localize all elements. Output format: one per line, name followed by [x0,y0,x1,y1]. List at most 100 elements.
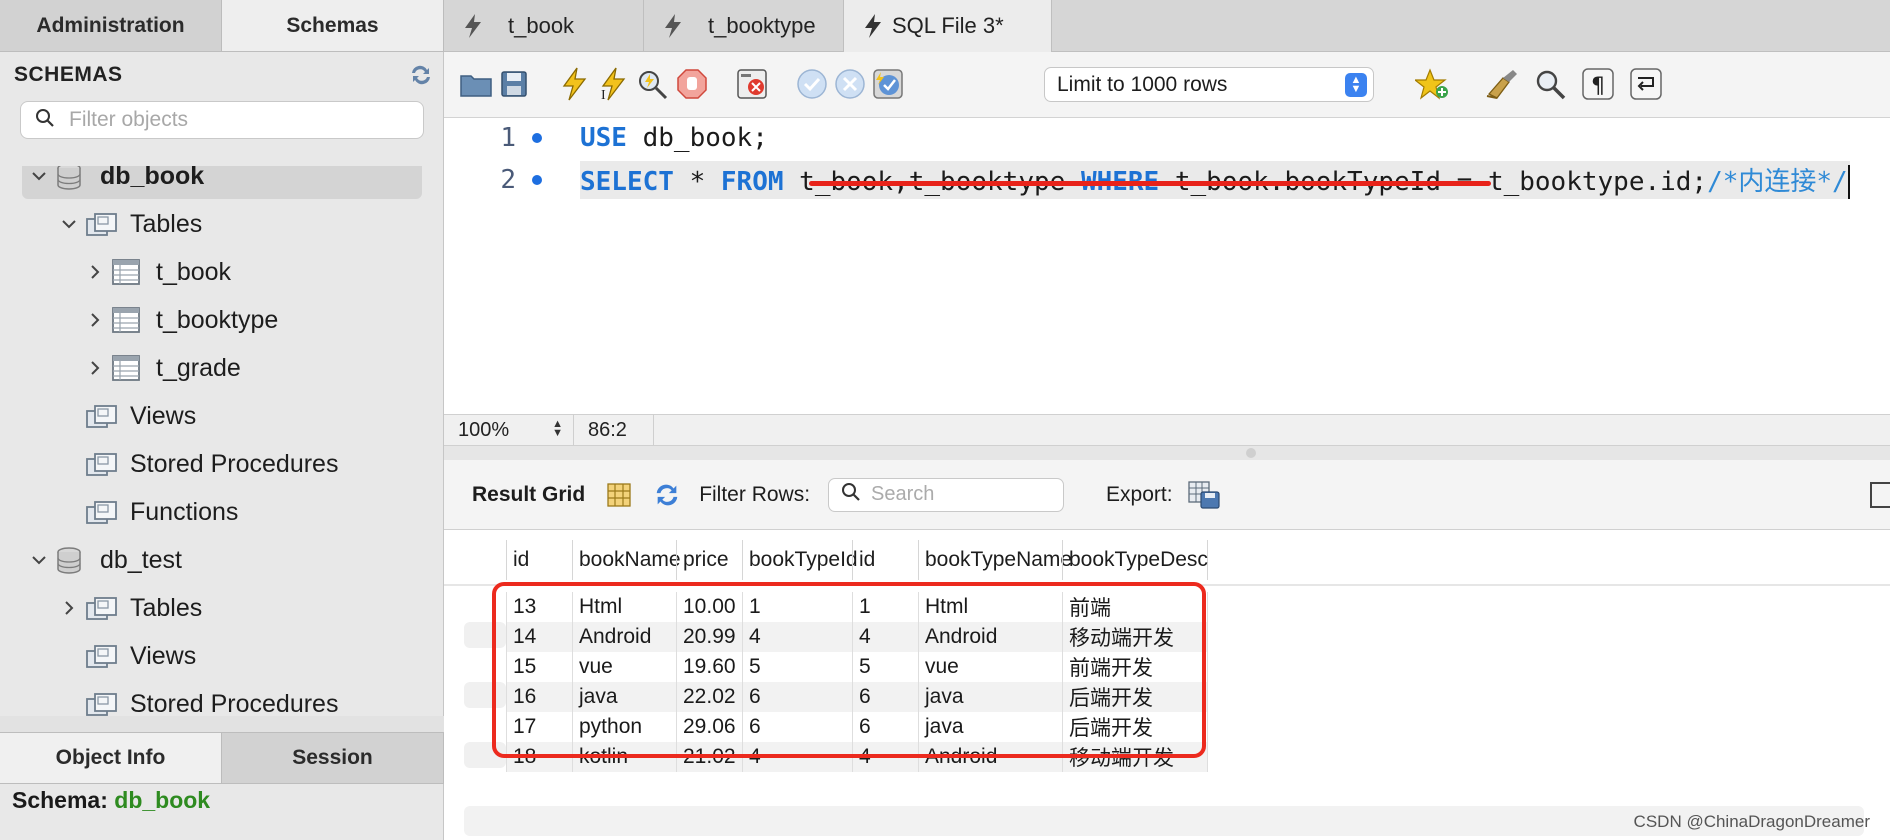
tab-administration[interactable]: Administration [0,0,222,51]
table-cell[interactable]: 1 [852,592,918,622]
tree-item[interactable]: Tables [0,585,444,631]
column-header[interactable]: id [852,540,918,580]
filter-rows-search[interactable] [828,477,1065,512]
table-cell[interactable]: kotlin [572,742,676,772]
filter-objects-field[interactable] [20,101,424,139]
save-icon[interactable] [496,66,532,102]
table-cell[interactable]: 4 [742,742,852,772]
tree-item[interactable]: db_test [0,537,444,583]
filter-rows-input[interactable] [871,483,1052,506]
chevron-down-icon[interactable] [58,213,80,235]
table-cell[interactable]: 移动端开发 [1062,622,1208,652]
table-cell[interactable]: 5 [742,652,852,682]
table-cell[interactable]: 6 [742,682,852,712]
column-header[interactable]: id [506,540,572,580]
refresh-icon[interactable] [408,62,434,88]
chevron-down-icon[interactable] [28,549,50,571]
table-cell[interactable]: 13 [506,592,572,622]
rollback-icon[interactable] [832,66,868,102]
invisible-chars-icon[interactable]: ¶ [1580,66,1616,102]
tree-item[interactable]: t_book [0,249,444,295]
autocommit-icon[interactable] [870,66,906,102]
column-header[interactable]: price [676,540,742,580]
table-cell[interactable]: 4 [852,622,918,652]
table-cell[interactable]: Android [918,622,1062,652]
chevron-right-icon[interactable] [84,309,106,331]
tree-item[interactable]: Views [0,393,444,439]
table-cell[interactable]: 16 [506,682,572,712]
table-cell[interactable]: 5 [852,652,918,682]
zoom-select[interactable]: 100% ▲ ▼ [444,414,574,446]
table-cell[interactable]: 前端开发 [1062,652,1208,682]
explain-icon[interactable] [634,66,670,102]
editor-line[interactable]: 2 SELECT * FROM t_book,t_booktype WHERE t… [444,160,1890,200]
table-cell[interactable]: 17 [506,712,572,742]
table-cell[interactable]: java [918,682,1062,712]
table-cell[interactable]: 10.00 [676,592,742,622]
table-cell[interactable]: 21.02 [676,742,742,772]
table-cell[interactable]: 14 [506,622,572,652]
query-tab-t-booktype[interactable]: t_booktype [644,0,844,52]
query-tab-sql-file-3[interactable]: SQL File 3* [844,0,1052,52]
tree-item[interactable]: t_booktype [0,297,444,343]
table-cell[interactable]: 移动端开发 [1062,742,1208,772]
refresh-results-icon[interactable] [653,481,681,509]
table-cell[interactable]: java [572,682,676,712]
table-cell[interactable]: 20.99 [676,622,742,652]
table-cell[interactable]: 4 [852,742,918,772]
sql-editor[interactable]: 1 USE db_book; 2 SELECT * FROM t_book,t_boo… [444,118,1890,414]
table-cell[interactable]: 后端开发 [1062,682,1208,712]
chevron-down-icon[interactable] [28,166,50,187]
table-cell[interactable]: 1 [742,592,852,622]
table-cell[interactable]: 22.02 [676,682,742,712]
tree-item[interactable]: db_book [0,166,444,199]
table-cell[interactable]: 6 [742,712,852,742]
table-cell[interactable]: 15 [506,652,572,682]
add-snippet-icon[interactable] [1414,66,1450,102]
execute-current-icon[interactable]: I [596,66,632,102]
sidebar-splitter[interactable] [0,716,444,732]
table-cell[interactable]: 4 [742,622,852,652]
beautify-icon[interactable] [1484,66,1520,102]
filter-objects-input[interactable] [69,108,389,132]
tree-item[interactable]: t_grade [0,345,444,391]
tree-item[interactable]: Functions [0,489,444,535]
table-cell[interactable]: Android [572,622,676,652]
table-row[interactable]: 17 python 29.06 6 6 java 后端开发 [506,712,1208,742]
editor-line[interactable]: 1 USE db_book; [444,118,1890,158]
stop-icon[interactable] [674,66,710,102]
find-icon[interactable] [1532,66,1568,102]
table-cell[interactable]: vue [918,652,1062,682]
column-header[interactable]: bookTypeDesc [1062,540,1208,580]
table-cell[interactable]: Android [918,742,1062,772]
tree-item[interactable]: Tables [0,201,444,247]
column-header[interactable]: bookTypeName [918,540,1072,580]
toggle-error-icon[interactable] [734,66,770,102]
table-cell[interactable]: 18 [506,742,572,772]
commit-icon[interactable] [794,66,830,102]
row-marker[interactable] [464,682,506,708]
tab-object-info[interactable]: Object Info [0,733,222,783]
table-row[interactable]: 16 java 22.02 6 6 java 后端开发 [506,682,1208,712]
table-cell[interactable]: Html [572,592,676,622]
editor-result-splitter[interactable] [444,446,1890,460]
grid-columns-icon[interactable] [605,481,633,509]
execute-icon[interactable] [556,66,592,102]
table-row[interactable]: 15 vue 19.60 5 5 vue 前端开发 [506,652,1208,682]
tree-item[interactable]: Views [0,633,444,679]
tree-item[interactable]: Stored Procedures [0,441,444,487]
export-icon[interactable] [1187,480,1223,510]
column-header[interactable]: bookName [572,540,681,580]
panel-toggle-icon[interactable] [1870,482,1890,508]
chevron-right-icon[interactable] [58,597,80,619]
table-cell[interactable]: 29.06 [676,712,742,742]
query-tab-t-book[interactable]: t_book [444,0,644,52]
table-row[interactable]: 18 kotlin 21.02 4 4 Android 移动端开发 [506,742,1208,772]
table-row[interactable]: 14 Android 20.99 4 4 Android 移动端开发 [506,622,1208,652]
table-row[interactable]: 13 Html 10.00 1 1 Html 前端 [506,592,1208,622]
table-cell[interactable]: java [918,712,1062,742]
tab-schemas[interactable]: Schemas [222,0,444,51]
chevron-right-icon[interactable] [84,261,106,283]
column-header[interactable]: bookTypeId [742,540,858,580]
open-folder-icon[interactable] [458,66,494,102]
